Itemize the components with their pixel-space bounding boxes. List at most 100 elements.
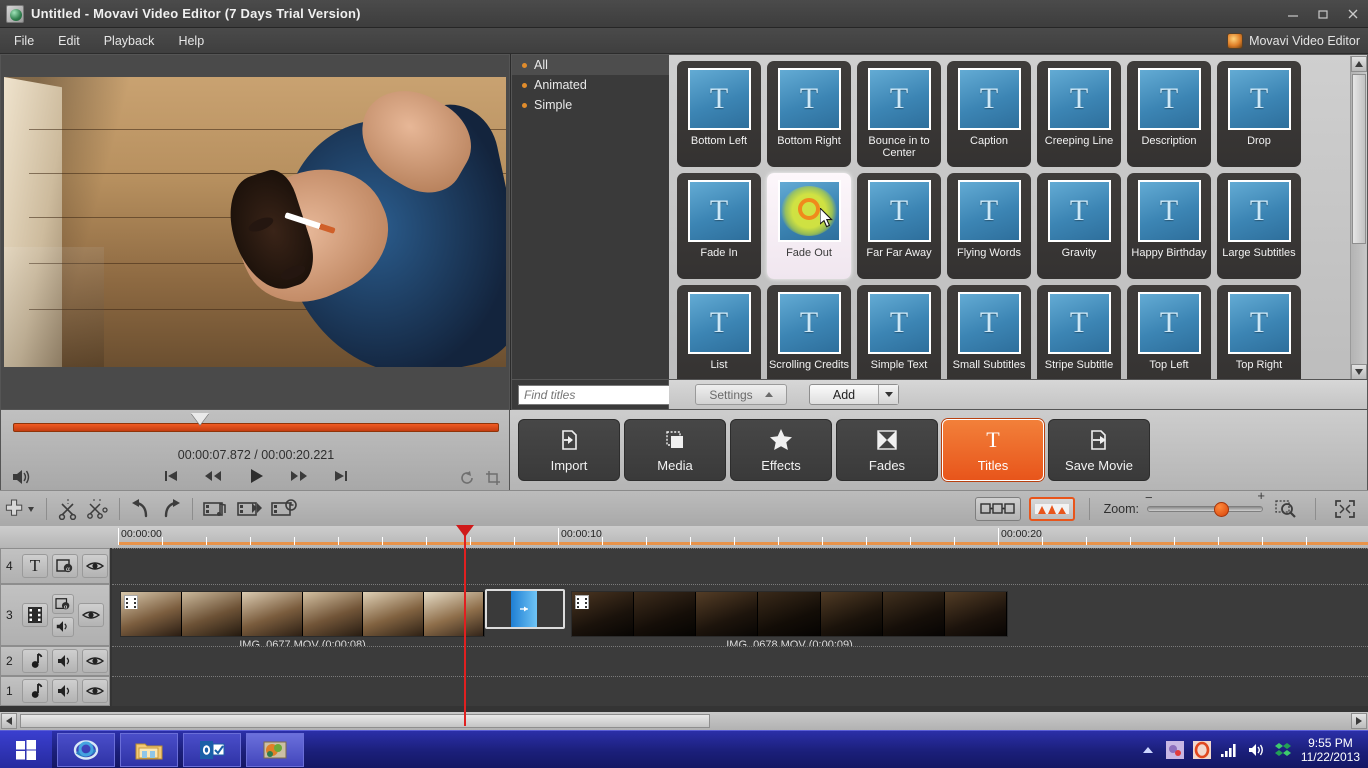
track-body-4[interactable]	[112, 548, 1368, 584]
chevron-up-icon[interactable]	[1139, 741, 1157, 759]
clip-img-0677[interactable]	[120, 591, 485, 637]
category-item-simple[interactable]: Simple	[512, 95, 669, 115]
alpha-icon[interactable]: α	[52, 594, 74, 614]
close-button[interactable]	[1338, 0, 1368, 28]
zoom-fit-icon[interactable]	[1271, 494, 1301, 524]
redo-button[interactable]	[156, 494, 186, 524]
track-head-3[interactable]: 3 α	[0, 584, 110, 646]
menu-help[interactable]: Help	[168, 31, 214, 51]
track-body-3[interactable]: IMG_0677.MOV (0:00:08)	[112, 584, 1368, 646]
seek-bar[interactable]	[13, 423, 499, 432]
menu-file[interactable]: File	[4, 31, 44, 51]
import-button[interactable]: Import	[518, 419, 620, 481]
category-item-animated[interactable]: Animated	[512, 75, 669, 95]
title-preset-scrolling-credits[interactable]: TScrolling Credits	[767, 285, 851, 380]
settings-button[interactable]: Settings	[695, 384, 787, 405]
track-head-2[interactable]: 2	[0, 646, 110, 676]
search-input[interactable]	[518, 385, 687, 405]
windows-start-icon[interactable]	[0, 731, 52, 768]
title-preset-drop[interactable]: TDrop	[1217, 61, 1301, 167]
rotate-icon[interactable]	[459, 470, 475, 491]
title-preset-bounce-in-to-center[interactable]: TBounce in to Center	[857, 61, 941, 167]
taskbar-outlook[interactable]	[183, 733, 241, 767]
rewind-button[interactable]	[204, 469, 222, 483]
maximize-button[interactable]	[1308, 0, 1338, 28]
titles-button[interactable]: T Titles	[942, 419, 1044, 481]
track-head-1[interactable]: 1	[0, 676, 110, 706]
title-preset-bottom-right[interactable]: TBottom Right	[767, 61, 851, 167]
effects-button[interactable]: Effects	[730, 419, 832, 481]
scroll-down-button[interactable]	[1351, 364, 1367, 380]
storyboard-view-icon[interactable]	[975, 497, 1021, 521]
transition-clip[interactable]	[485, 589, 565, 629]
add-media-button[interactable]	[0, 494, 40, 524]
taskbar-internet-explorer[interactable]	[57, 733, 115, 767]
scrollbar-thumb-horizontal[interactable]	[20, 714, 710, 728]
title-preset-gravity[interactable]: TGravity	[1037, 173, 1121, 279]
timeline-view-icon[interactable]	[1029, 497, 1075, 521]
title-preset-fade-in[interactable]: TFade In	[677, 173, 761, 279]
scroll-left-button[interactable]	[1, 713, 17, 729]
go-to-start-button[interactable]	[164, 469, 178, 483]
titles-gallery-scrollbar[interactable]	[1350, 56, 1366, 380]
fullscreen-icon[interactable]	[1330, 494, 1360, 524]
volume-icon[interactable]	[1247, 741, 1265, 759]
zoom-slider[interactable]	[1147, 506, 1263, 512]
clock[interactable]: 9:55 PM 11/22/2013	[1301, 736, 1360, 764]
title-preset-bottom-left[interactable]: TBottom Left	[677, 61, 761, 167]
eye-icon[interactable]	[78, 603, 104, 627]
timeline-scrollbar[interactable]	[0, 712, 1368, 730]
title-preset-top-left[interactable]: TTop Left	[1127, 285, 1211, 380]
title-preset-creeping-line[interactable]: TCreeping Line	[1037, 61, 1121, 167]
title-preset-happy-birthday[interactable]: THappy Birthday	[1127, 173, 1211, 279]
crop-icon[interactable]	[485, 470, 501, 491]
add-button[interactable]: Add	[809, 384, 899, 405]
split-button[interactable]	[53, 494, 83, 524]
track-body-1[interactable]	[112, 676, 1368, 706]
scrollbar-thumb[interactable]	[1352, 74, 1366, 244]
zoom-out-sign[interactable]: −	[1145, 490, 1153, 505]
play-preview-icon[interactable]	[798, 198, 820, 220]
menu-edit[interactable]: Edit	[48, 31, 90, 51]
undo-button[interactable]	[126, 494, 156, 524]
eye-icon[interactable]	[82, 554, 108, 578]
title-preset-description[interactable]: TDescription	[1127, 61, 1211, 167]
alpha-icon[interactable]: α	[52, 554, 78, 578]
media-button[interactable]: Media	[624, 419, 726, 481]
menu-playback[interactable]: Playback	[94, 31, 165, 51]
title-preset-flying-words[interactable]: TFlying Words	[947, 173, 1031, 279]
playhead-handle[interactable]	[456, 525, 474, 537]
save-movie-button[interactable]: Save Movie	[1048, 419, 1150, 481]
opera-tray-icon[interactable]	[1193, 741, 1211, 759]
dropbox-icon[interactable]	[1274, 741, 1292, 759]
scroll-up-button[interactable]	[1351, 56, 1367, 72]
title-preset-far-far-away[interactable]: TFar Far Away	[857, 173, 941, 279]
eye-icon[interactable]	[82, 649, 108, 673]
track-head-4[interactable]: 4 T α	[0, 548, 110, 584]
paint-tray-icon[interactable]	[1166, 741, 1184, 759]
network-icon[interactable]	[1220, 741, 1238, 759]
clip-duration-button[interactable]	[267, 494, 301, 524]
title-preset-stripe-subtitle[interactable]: TStripe Subtitle	[1037, 285, 1121, 380]
play-button[interactable]	[248, 468, 264, 484]
title-preset-fade-out[interactable]: Fade Out	[767, 173, 851, 279]
title-preset-simple-text[interactable]: TSimple Text	[857, 285, 941, 380]
eye-icon[interactable]	[82, 679, 108, 703]
clip-img-0678[interactable]	[571, 591, 1008, 637]
mute-icon[interactable]	[52, 617, 74, 637]
zoom-slider-handle[interactable]	[1214, 502, 1229, 517]
category-item-all[interactable]: All	[512, 55, 669, 75]
taskbar-file-explorer[interactable]	[120, 733, 178, 767]
clip-properties-button[interactable]	[199, 494, 233, 524]
minimize-button[interactable]	[1278, 0, 1308, 28]
title-preset-small-subtitles[interactable]: TSmall Subtitles	[947, 285, 1031, 380]
seek-handle[interactable]	[191, 413, 209, 425]
clip-speed-button[interactable]	[233, 494, 267, 524]
video-preview[interactable]	[0, 54, 510, 410]
scroll-right-button[interactable]	[1351, 713, 1367, 729]
mute-icon[interactable]	[52, 679, 78, 703]
add-dropdown-button[interactable]	[878, 385, 898, 404]
timeline-ruler[interactable]: 00:00:00 00:00:10 00:00:20	[0, 526, 1368, 548]
track-body-2[interactable]	[112, 646, 1368, 676]
title-preset-top-right[interactable]: TTop Right	[1217, 285, 1301, 380]
